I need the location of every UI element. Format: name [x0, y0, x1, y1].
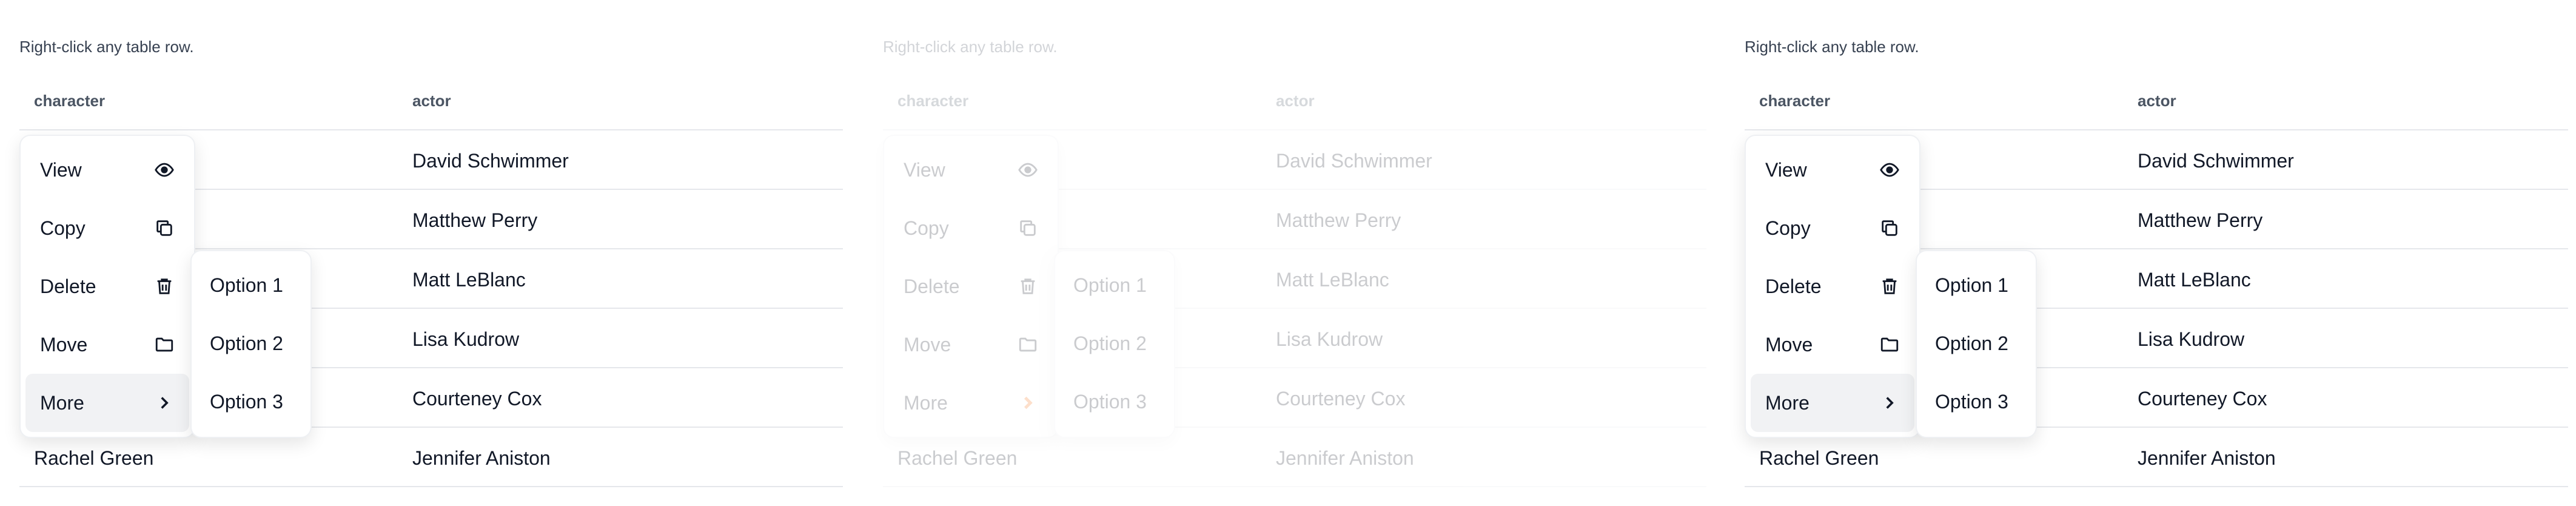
- menu-item-move[interactable]: Move: [25, 315, 189, 374]
- menu-item-label: Move: [40, 333, 88, 356]
- submenu-item[interactable]: Option 1: [1917, 256, 2036, 314]
- column-header-actor: actor: [2138, 92, 2176, 110]
- hint-text: Right-click any table row.: [19, 38, 194, 56]
- trash-icon: [1882, 278, 1897, 294]
- menu-item-label: Copy: [1765, 217, 1811, 239]
- menu-item-label: View: [904, 158, 945, 181]
- menu-item-label: Move: [1765, 333, 1813, 356]
- column-header-actor: actor: [412, 92, 451, 110]
- cell-actor: Matt LeBlanc: [2138, 269, 2251, 291]
- menu-item-move[interactable]: Move: [1751, 315, 1914, 374]
- menu-item-label: Delete: [904, 275, 960, 297]
- eye-icon: [1880, 163, 1899, 177]
- trash-icon: [1021, 278, 1035, 294]
- menu-item-label: Copy: [40, 217, 86, 239]
- column-header-character: character: [34, 92, 106, 110]
- cell-actor: Matt LeBlanc: [1276, 269, 1389, 291]
- menu-item-label: Copy: [904, 217, 949, 239]
- table-header: character actor: [19, 88, 843, 130]
- submenu-item[interactable]: Option 2: [192, 314, 310, 373]
- menu-item-view[interactable]: View: [1751, 141, 1914, 199]
- cell-actor: Matthew Perry: [2138, 209, 2263, 231]
- menu-item-delete[interactable]: Delete: [25, 257, 189, 315]
- menu-item-delete[interactable]: Delete: [1751, 257, 1914, 315]
- menu-item-more[interactable]: More: [1751, 374, 1914, 432]
- cell-actor: Courteney Cox: [1276, 388, 1406, 410]
- context-menu: View Copy Delete Move More: [19, 135, 195, 438]
- menu-item-label: Delete: [40, 275, 96, 297]
- menu-item-move[interactable]: Move: [889, 315, 1053, 374]
- submenu-item[interactable]: Option 3: [1055, 373, 1174, 431]
- column-header-character: character: [1759, 92, 1831, 110]
- trash-icon: [157, 278, 172, 294]
- context-menu: View Copy Delete Move More: [1745, 135, 1920, 438]
- cell-actor: Courteney Cox: [412, 388, 542, 410]
- cell-actor: Matt LeBlanc: [412, 269, 526, 291]
- menu-item-more[interactable]: More: [889, 374, 1053, 432]
- cell-character: Rachel Green: [1759, 447, 1879, 469]
- column-header-actor: actor: [1276, 92, 1315, 110]
- demo-panel-1: Right-click any table row. character act…: [0, 0, 843, 506]
- menu-item-copy[interactable]: Copy: [1751, 199, 1914, 257]
- cell-character: Rachel Green: [897, 447, 1018, 469]
- cell-actor: Lisa Kudrow: [412, 328, 520, 350]
- submenu-item[interactable]: Option 1: [1055, 256, 1174, 314]
- submenu-item[interactable]: Option 1: [192, 256, 310, 314]
- menu-item-label: More: [1765, 391, 1810, 414]
- cell-actor: David Schwimmer: [412, 150, 569, 172]
- copy-icon: [1020, 220, 1036, 236]
- eye-icon: [1018, 163, 1038, 177]
- copy-icon: [1882, 220, 1897, 236]
- folder-icon: [1019, 337, 1037, 352]
- table-header: character actor: [1745, 88, 2568, 130]
- submenu-item[interactable]: Option 2: [1917, 314, 2036, 373]
- copy-icon: [156, 220, 172, 236]
- context-submenu: Option 1 Option 2 Option 3: [1054, 250, 1175, 438]
- submenu-item[interactable]: Option 3: [1917, 373, 2036, 431]
- folder-icon: [155, 337, 173, 352]
- menu-item-copy[interactable]: Copy: [889, 199, 1053, 257]
- cell-actor: Lisa Kudrow: [1276, 328, 1383, 350]
- hint-text: Right-click any table row.: [1745, 38, 1919, 56]
- chevron-right-icon: [1886, 397, 1894, 409]
- cell-actor: David Schwimmer: [2138, 150, 2294, 172]
- table-header: character actor: [883, 88, 1706, 130]
- submenu-item[interactable]: Option 2: [1055, 314, 1174, 373]
- menu-item-label: More: [904, 391, 948, 414]
- cell-actor: Matthew Perry: [1276, 209, 1401, 231]
- menu-item-label: Delete: [1765, 275, 1822, 297]
- demo-panel-3: Right-click any table row. character act…: [1725, 0, 2568, 506]
- menu-item-delete[interactable]: Delete: [889, 257, 1053, 315]
- menu-item-label: View: [1765, 158, 1807, 181]
- menu-item-label: Move: [904, 333, 951, 356]
- demo-panel-2: Right-click any table row. character act…: [864, 0, 1706, 506]
- cell-actor: Lisa Kudrow: [2138, 328, 2245, 350]
- eye-icon: [155, 163, 174, 177]
- context-submenu: Option 1 Option 2 Option 3: [190, 250, 312, 438]
- context-submenu: Option 1 Option 2 Option 3: [1916, 250, 2037, 438]
- submenu-item[interactable]: Option 3: [192, 373, 310, 431]
- menu-item-view[interactable]: View: [25, 141, 189, 199]
- menu-item-copy[interactable]: Copy: [25, 199, 189, 257]
- cell-actor: Jennifer Aniston: [2138, 447, 2276, 469]
- menu-item-view[interactable]: View: [889, 141, 1053, 199]
- cell-character: Rachel Green: [34, 447, 154, 469]
- cell-actor: Courteney Cox: [2138, 388, 2267, 410]
- hint-text: Right-click any table row.: [883, 38, 1058, 56]
- cell-actor: David Schwimmer: [1276, 150, 1432, 172]
- cell-actor: Jennifer Aniston: [412, 447, 551, 469]
- chevron-right-icon: [161, 397, 169, 409]
- chevron-right-icon: [1024, 396, 1033, 410]
- menu-item-label: View: [40, 158, 82, 181]
- cell-actor: Jennifer Aniston: [1276, 447, 1414, 469]
- context-menu: View Copy Delete Move More: [883, 135, 1059, 438]
- menu-item-more[interactable]: More: [25, 374, 189, 432]
- menu-item-label: More: [40, 391, 84, 414]
- folder-icon: [1880, 337, 1899, 352]
- cell-actor: Matthew Perry: [412, 209, 538, 231]
- column-header-character: character: [897, 92, 969, 110]
